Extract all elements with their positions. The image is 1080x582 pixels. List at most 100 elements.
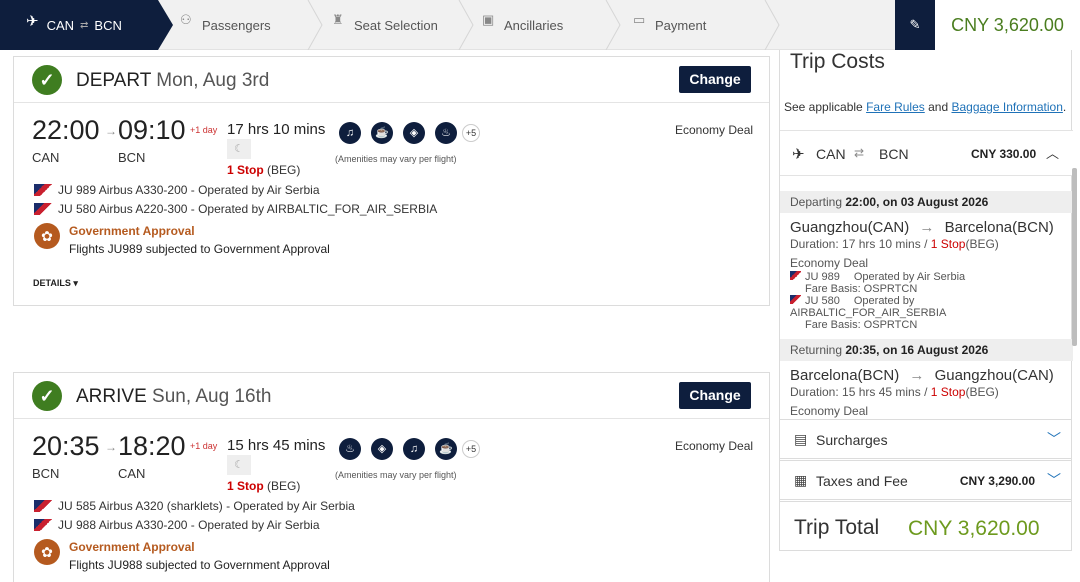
flight-row: JU 585 Airbus A320 (sharklets) - Operate… [34,498,355,513]
arrive-code: BCN [118,150,146,165]
trip-total: Trip Total CNY 3,620.00 [779,501,1072,551]
fare-type: Economy Deal [675,439,754,453]
step-separator [307,0,323,50]
more-amenities[interactable]: +5 [462,124,480,142]
step-label: Payment [655,17,707,33]
plane-icon: ✈ [792,146,805,163]
arrival-time: 09:10 [118,115,186,145]
step-flight-route[interactable]: ✈ CAN ⇄ BCN [0,0,173,50]
outbound-fare-basis-1: Fare Basis: OSPRTCN [805,283,918,295]
arrive-card: ✓ ARRIVE Sun, Aug 16th Change 20:35 → 18… [13,372,770,582]
headphones-icon: ♫ [403,438,425,460]
rules-links: See applicable Fare Rules and Baggage In… [784,100,1067,114]
headphones-icon: ♫ [339,122,361,144]
gov-approval-title: Government Approval [69,224,195,238]
pencil-icon: ✎ [909,17,921,32]
depart-code: BCN [32,466,60,481]
step-label: Seat Selection [354,17,438,33]
trip-total-label: Trip Total [794,516,880,539]
arrival-time: 18:20 [118,431,186,461]
step-separator [605,0,621,50]
government-approval-icon: ✿ [34,223,60,249]
check-icon: ✓ [32,381,62,411]
plus-day: +1 day [190,441,218,451]
card-icon: ▭ [633,12,646,27]
drink-icon: ♨ [435,122,457,144]
edit-button[interactable]: ✎ [895,0,935,50]
gov-approval-note: Flights JU989 subjected to Government Ap… [69,242,330,256]
airline-logo-icon [34,184,52,196]
change-depart-button[interactable]: Change [679,66,751,93]
header-total-price: CNY 3,620.00 [935,0,1080,50]
more-amenities[interactable]: +5 [462,440,480,458]
plus-day: +1 day [190,125,218,135]
airline-logo-icon [34,500,52,512]
government-approval-icon: ✿ [34,539,60,565]
flight-row: JU 988 Airbus A330-200 - Operated by Air… [34,517,320,532]
flight-row: JU 580 Airbus A220-300 - Operated by AIR… [34,201,437,216]
step-separator [764,0,780,50]
swap-icon: ⇄ [80,19,89,31]
step-ancillaries[interactable]: ▣ Ancillaries [482,0,563,50]
fare-rules-link[interactable]: Fare Rules [866,100,925,114]
surcharges-toggle[interactable]: ▤ Surcharges ﹀ [779,419,1072,459]
change-arrive-button[interactable]: Change [679,382,751,409]
fare-type: Economy Deal [675,123,754,137]
depart-time: 22:00 [32,115,100,145]
step-payment[interactable]: ▭ Payment [633,0,706,50]
arrow-right-icon: → [105,124,117,138]
airline-logo-icon [34,203,52,215]
return-duration: Duration: 15 hrs 45 mins / 1 Stop(BEG) [790,385,999,399]
swap-icon: ⇄ [854,146,865,160]
route-from: CAN [816,146,846,162]
surcharges-label: Surcharges [816,432,888,448]
moon-icon: ☾ [227,455,251,475]
departing-strip: Departing 22:00, on 03 August 2026 [780,191,1073,213]
amenities-note: (Amenities may vary per flight) [335,470,457,480]
drink-icon: ♨ [339,438,361,460]
depart-title: DEPART Mon, Aug 3rd [76,70,270,91]
outbound-route: Guangzhou(CAN) → Barcelona(BCN) [790,219,1054,236]
booking-stepper: ✈ CAN ⇄ BCN ⚇ Passengers ♜ Seat Selection … [0,0,1080,50]
flight-row: JU 989 Airbus A330-200 - Operated by Air… [34,182,320,197]
panel-scrollbar[interactable] [1072,168,1077,346]
meal-icon: ☕ [435,438,457,460]
taxes-amount: CNY 3,290.00 [959,474,1035,488]
step-passengers[interactable]: ⚇ Passengers [180,0,271,50]
route-cost-toggle[interactable]: ✈ CAN ⇄ BCN CNY 330.00 ︿ [780,130,1073,176]
plane-icon: ✈ [26,13,39,30]
outbound-fare-basis-2: Fare Basis: OSPRTCN [805,319,918,331]
trip-total-value: CNY 3,620.00 [908,517,1040,540]
person-icon: ⚇ [180,12,192,27]
moon-icon: ☾ [227,139,251,159]
duty-free-icon: ◈ [403,122,425,144]
chevron-down-icon: ﹀ [1047,431,1061,447]
stop-info: 1 Stop (BEG) [227,163,301,177]
baggage-info-link[interactable]: Baggage Information [951,100,1062,114]
arrive-card-header: ✓ ARRIVE Sun, Aug 16th Change [14,373,769,419]
outbound-flight-1: JU 989 Operated by Air Serbia [790,271,965,283]
airline-logo-icon [34,519,52,531]
arrive-title: ARRIVE Sun, Aug 16th [76,386,272,407]
outbound-operator-2: AIRBALTIC_FOR_AIR_SERBIA [790,307,947,319]
taxes-toggle[interactable]: ▦ Taxes and Fee CNY 3,290.00 ﹀ [779,460,1072,500]
chevron-down-icon: ﹀ [1047,472,1061,488]
check-icon: ✓ [32,65,62,95]
outbound-duration: Duration: 17 hrs 10 mins / 1 Stop(BEG) [790,237,999,251]
step-label: Passengers [202,17,271,33]
airline-logo-icon [790,271,801,280]
luggage-icon: ▣ [482,12,495,27]
depart-time: 20:35 [32,431,100,461]
meal-icon: ☕ [371,122,393,144]
return-route: Barcelona(BCN) → Guangzhou(CAN) [790,367,1054,384]
step-seat-selection[interactable]: ♜ Seat Selection [332,0,438,50]
arrow-right-icon: → [105,440,117,454]
depart-card: ✓ DEPART Mon, Aug 3rd Change 22:00 → 09:… [13,56,770,306]
chevron-up-icon: ︿ [1046,146,1060,161]
details-toggle[interactable]: DETAILS ▾ [33,278,78,289]
receipt-icon: ▦ [794,472,808,488]
duration: 17 hrs 10 mins [227,121,326,138]
amenities-note: (Amenities may vary per flight) [335,154,457,164]
taxes-label: Taxes and Fee [816,473,908,489]
gov-approval-title: Government Approval [69,540,195,554]
